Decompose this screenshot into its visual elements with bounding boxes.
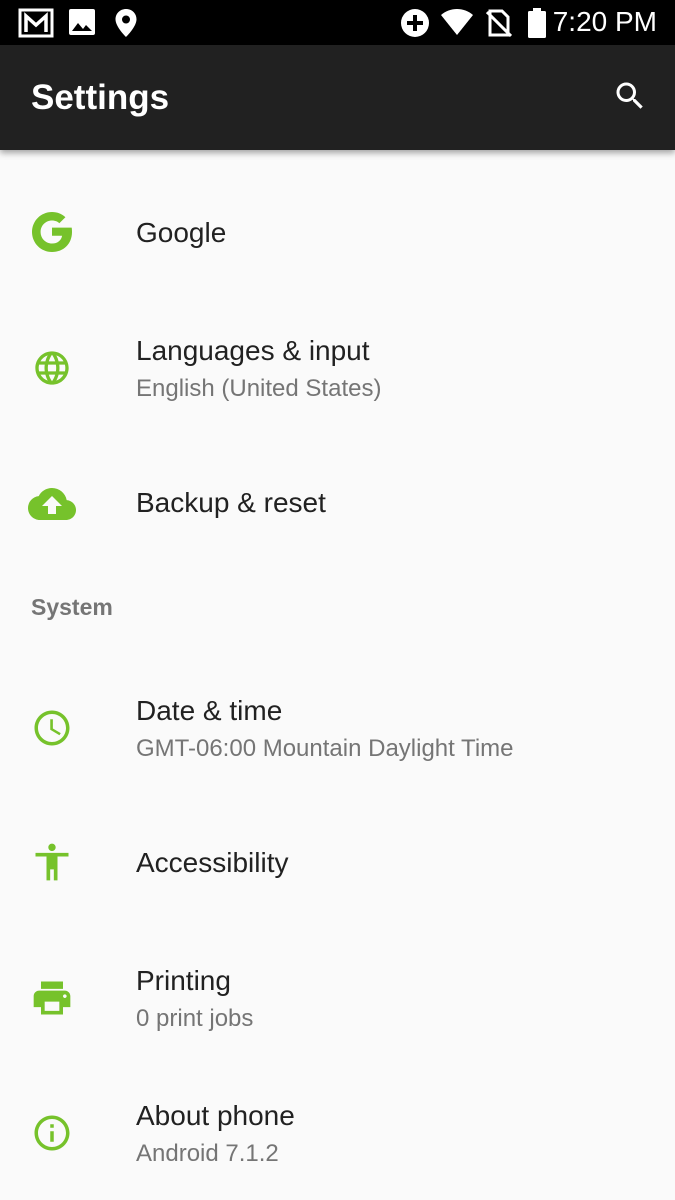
settings-item-title: About phone: [136, 1100, 295, 1131]
no-sim-icon: [486, 8, 512, 38]
settings-item-printing[interactable]: Printing 0 print jobs: [0, 940, 675, 1060]
settings-item-backup[interactable]: Backup & reset: [0, 450, 675, 555]
image-icon: [68, 8, 96, 36]
cloud-upload-icon: [28, 480, 76, 528]
settings-item-summary: Android 7.1.2: [136, 1140, 279, 1167]
settings-item-about-phone[interactable]: About phone Android 7.1.2: [0, 1075, 675, 1195]
settings-item-languages[interactable]: Languages & input English (United States…: [0, 310, 675, 430]
settings-item-summary: English (United States): [136, 375, 382, 402]
app-bar: Settings: [0, 45, 675, 150]
data-saver-icon: [400, 8, 430, 38]
globe-icon: [28, 344, 76, 392]
settings-list: Google Languages & input English (United…: [0, 150, 675, 1200]
location-pin-icon: [114, 8, 138, 38]
settings-item-title: Backup & reset: [136, 487, 326, 518]
settings-item-summary: 0 print jobs: [136, 1005, 254, 1032]
settings-item-accessibility[interactable]: Accessibility: [0, 810, 675, 915]
info-icon: [28, 1109, 76, 1157]
status-bar: 7:20 PM: [0, 0, 675, 45]
search-icon: [616, 82, 643, 109]
printer-icon: [28, 974, 76, 1022]
settings-item-title: Accessibility: [136, 847, 289, 878]
settings-item-title: Date & time: [136, 695, 283, 726]
settings-item-title: Google: [136, 217, 227, 248]
section-header-system: System: [31, 594, 113, 620]
google-icon: [28, 208, 76, 256]
wifi-icon: [440, 8, 474, 36]
settings-item-google[interactable]: Google: [0, 180, 675, 285]
gmail-icon: [18, 8, 54, 38]
accessibility-icon: [28, 838, 76, 886]
settings-item-date-time[interactable]: Date & time GMT-06:00 Mountain Daylight …: [0, 670, 675, 790]
clock-icon: [28, 704, 76, 752]
settings-item-title: Languages & input: [136, 335, 370, 366]
status-time: 7:20 PM: [552, 6, 657, 37]
search-button[interactable]: [606, 72, 654, 120]
page-title: Settings: [31, 78, 170, 117]
battery-icon: [528, 8, 546, 38]
settings-item-summary: GMT-06:00 Mountain Daylight Time: [136, 735, 514, 762]
settings-item-title: Printing: [136, 965, 231, 996]
